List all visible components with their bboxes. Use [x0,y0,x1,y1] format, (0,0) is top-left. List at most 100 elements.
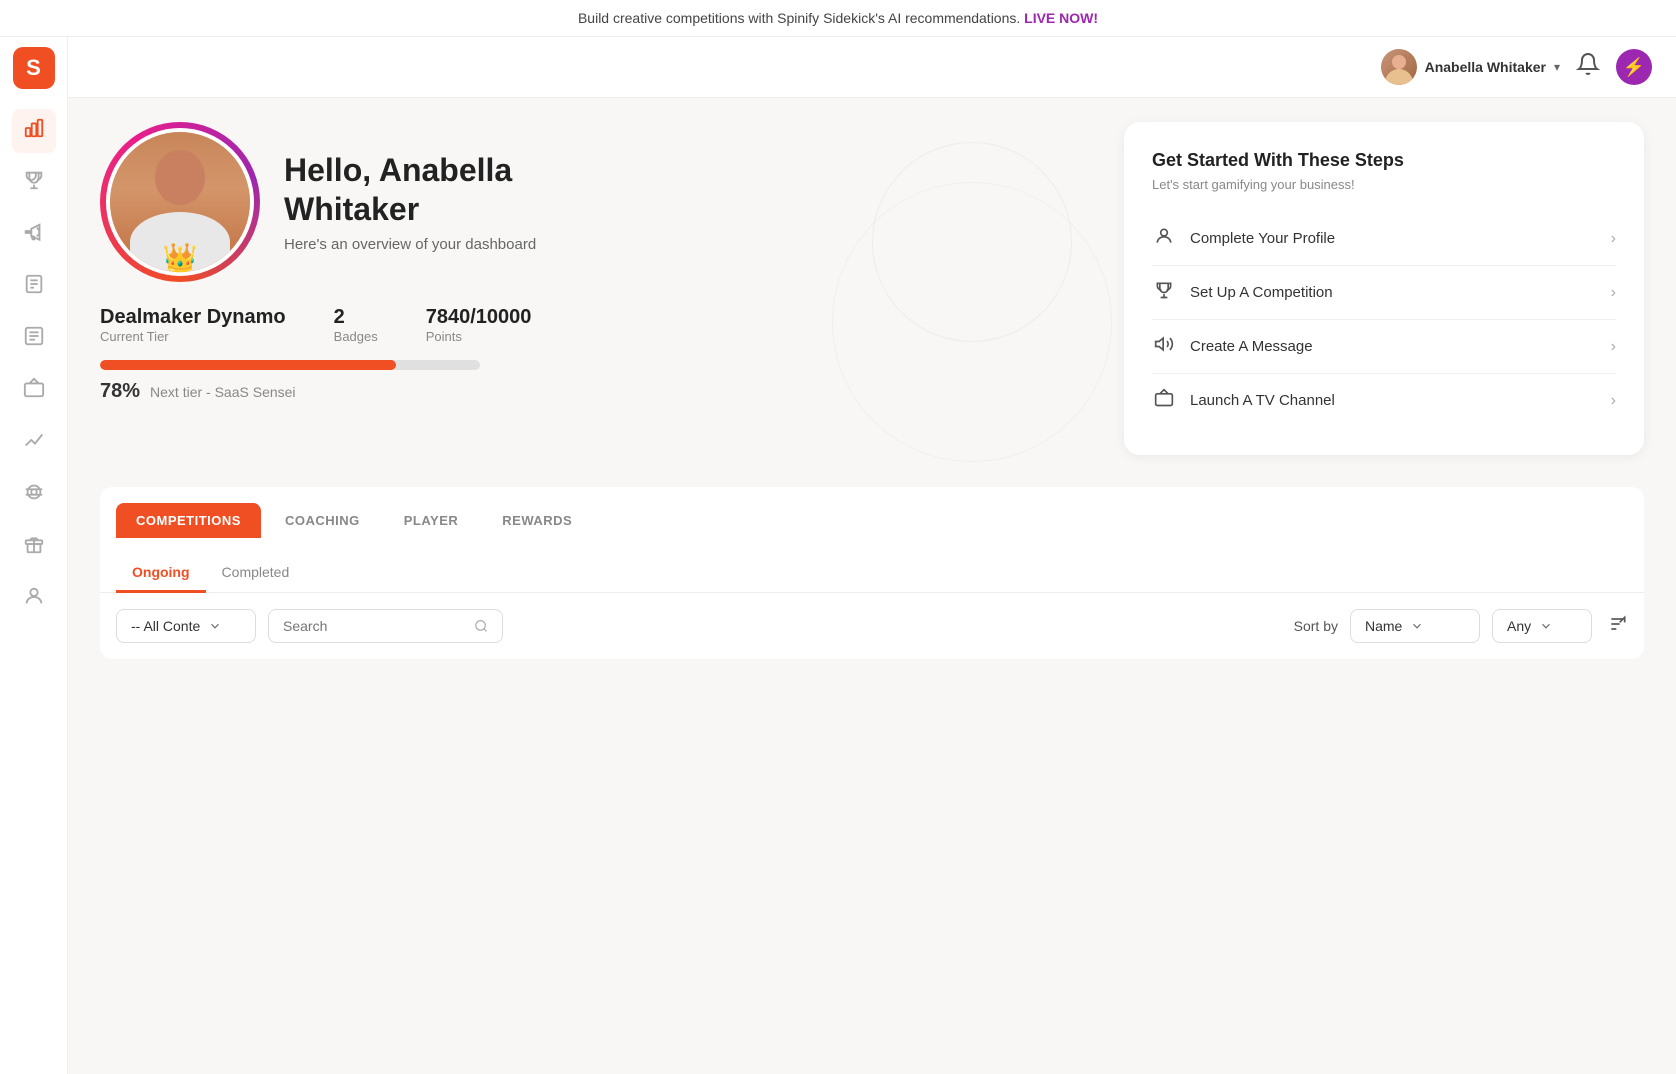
chevron-right-icon: › [1611,230,1616,248]
progress-bar-fill [100,360,396,370]
badges-count: 2 [334,306,378,329]
lightning-icon[interactable]: ⚡ [1616,49,1652,85]
tab-player[interactable]: PLAYER [384,503,479,538]
chevron-right-icon-3: › [1611,338,1616,356]
notes-icon [23,325,45,353]
step-label-message: Create A Message [1190,338,1597,355]
tabs-section: COMPETITIONS COACHING PLAYER REWARDS Ong… [100,487,1644,659]
step-label-tv: Launch A TV Channel [1190,392,1597,409]
gift-icon [23,533,45,561]
sidebar-item-gifts[interactable] [12,525,56,569]
subtab-ongoing[interactable]: Ongoing [116,554,206,593]
header: Anabella Whitaker ▾ ⚡ [68,37,1676,98]
tier-value: Dealmaker Dynamo [100,306,286,329]
sort-selected-value: Name [1365,618,1402,634]
search-input[interactable] [283,618,466,634]
analytics-icon [23,429,45,457]
any-label: Any [1507,618,1531,634]
sidebar-item-reports[interactable] [12,265,56,309]
page-body: 👑 Hello, AnabellaWhitaker Here's an over… [68,98,1676,1074]
progress-next-tier: Next tier - SaaS Sensei [150,384,296,400]
step-create-message[interactable]: Create A Message › [1152,320,1616,374]
progress-bar-wrapper [100,360,1092,370]
sort-label: Sort by [1294,618,1338,634]
tv-step-icon [1152,388,1176,413]
profile-header: 👑 Hello, AnabellaWhitaker Here's an over… [100,122,1092,282]
sidebar-item-announcements[interactable] [12,213,56,257]
profile-step-icon [1152,226,1176,251]
badges-label: Badges [334,329,378,344]
banner-text: Build creative competitions with Spinify… [578,10,1020,26]
sort-chevron-icon [1410,619,1424,633]
progress-percent: 78% [100,380,140,403]
profile-card: 👑 Hello, AnabellaWhitaker Here's an over… [100,122,1092,455]
competition-step-icon [1152,280,1176,305]
profile-info: Hello, AnabellaWhitaker Here's an overvi… [284,151,1092,253]
stat-badges: 2 Badges [334,306,378,344]
any-filter[interactable]: Any [1492,609,1592,643]
sidebar-item-integrations[interactable] [12,473,56,517]
stats-row: Dealmaker Dynamo Current Tier 2 Badges 7… [100,306,1092,344]
step-complete-profile[interactable]: Complete Your Profile › [1152,212,1616,266]
dashboard-icon [23,117,45,145]
sidebar-logo[interactable]: S [13,47,55,89]
notification-bell-icon[interactable] [1576,52,1600,82]
hero-section: 👑 Hello, AnabellaWhitaker Here's an over… [100,122,1644,455]
user-icon [23,585,45,613]
progress-info: 78% Next tier - SaaS Sensei [100,380,1092,403]
sidebar-item-competitions[interactable] [12,161,56,205]
chevron-down-icon: ▾ [1554,60,1560,74]
tier-label: Current Tier [100,329,286,344]
filter-bar: -- All Conte Sort by Name Any [100,593,1644,659]
step-label-profile: Complete Your Profile [1190,230,1597,247]
tab-coaching[interactable]: COACHING [265,503,380,538]
step-launch-tv[interactable]: Launch A TV Channel › [1152,374,1616,427]
sidebar-item-notes[interactable] [12,317,56,361]
get-started-title: Get Started With These Steps [1152,150,1616,171]
sort-order-icon[interactable] [1608,614,1628,639]
message-step-icon [1152,334,1176,359]
points-label: Points [426,329,532,344]
sort-select[interactable]: Name [1350,609,1480,643]
dropdown-icon [208,619,222,633]
trophy-icon [23,169,45,197]
top-banner: Build creative competitions with Spinify… [0,0,1676,37]
step-label-competition: Set Up A Competition [1190,284,1597,301]
tab-competitions[interactable]: COMPETITIONS [116,503,261,538]
chevron-right-icon-2: › [1611,284,1616,302]
avatar [1381,49,1417,85]
profile-subtitle: Here's an overview of your dashboard [284,236,1092,253]
crown-icon: 👑 [163,241,198,274]
stat-points: 7840/10000 Points [426,306,532,344]
chevron-right-icon-4: › [1611,392,1616,410]
tab-rewards[interactable]: REWARDS [482,503,592,538]
contest-type-filter[interactable]: -- All Conte [116,609,256,643]
step-setup-competition[interactable]: Set Up A Competition › [1152,266,1616,320]
get-started-card: Get Started With These Steps Let's start… [1124,122,1644,455]
subtab-completed[interactable]: Completed [206,554,306,593]
sidebar-item-analytics[interactable] [12,421,56,465]
profile-avatar-wrapper: 👑 [100,122,260,282]
sort-arrows-icon [1608,614,1628,634]
main-content: Anabella Whitaker ▾ ⚡ [68,37,1676,1074]
sidebar-item-dashboard[interactable] [12,109,56,153]
sidebar-item-tv[interactable] [12,369,56,413]
live-link[interactable]: LIVE NOW! [1024,10,1098,26]
any-chevron-icon [1539,619,1553,633]
search-box [268,609,503,643]
reports-icon [23,273,45,301]
tv-icon [23,377,45,405]
get-started-subtitle: Let's start gamifying your business! [1152,177,1616,192]
sub-tabs: Ongoing Completed [100,538,1644,593]
header-user[interactable]: Anabella Whitaker ▾ [1381,49,1560,85]
sidebar: S [0,37,68,1074]
progress-bar-track [100,360,480,370]
profile-greeting: Hello, AnabellaWhitaker [284,151,1092,228]
points-value: 7840/10000 [426,306,532,329]
main-tabs: COMPETITIONS COACHING PLAYER REWARDS [100,487,1644,538]
sidebar-item-users[interactable] [12,577,56,621]
integration-icon [23,481,45,509]
stat-tier: Dealmaker Dynamo Current Tier [100,306,286,344]
header-username: Anabella Whitaker [1425,59,1546,75]
megaphone-icon [23,221,45,249]
